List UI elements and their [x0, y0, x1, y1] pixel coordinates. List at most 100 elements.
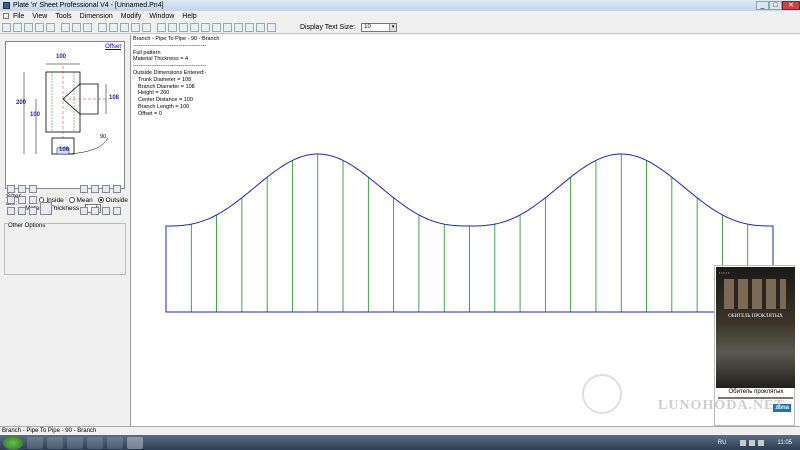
shape-preview: Offset 100 200 100 108 108 90: [5, 41, 125, 189]
print-icon[interactable]: [35, 22, 44, 32]
chevron-down-icon[interactable]: ▾: [389, 23, 397, 31]
taskbar: RU 11:05: [0, 435, 800, 450]
tag-icon[interactable]: [102, 185, 110, 193]
view-3-icon[interactable]: [102, 207, 110, 215]
taskbar-opera-icon[interactable]: [87, 436, 103, 449]
mirror-icon[interactable]: [223, 22, 232, 32]
dim-height-label: 200: [16, 100, 27, 106]
pipe-tool-5-icon[interactable]: [18, 196, 26, 204]
poster-title: ОБИТЕЛЬ ПРОКЛЯТЫХ: [728, 314, 783, 319]
text-icon[interactable]: [234, 22, 243, 32]
dimension-icon[interactable]: [190, 22, 199, 32]
other-options-label: Other Options: [8, 223, 46, 229]
settings-icon[interactable]: [267, 22, 276, 32]
start-button[interactable]: [3, 435, 23, 450]
new-file-icon[interactable]: [2, 22, 11, 32]
dim-center-label: 100: [30, 112, 41, 118]
poster-cast-names: ▪ ▪ ▪ ▪ ▪: [719, 271, 730, 275]
display-text-size-label: Display Text Size:: [300, 23, 356, 31]
tray-volume-icon[interactable]: [758, 439, 765, 446]
pipe-tool-4-icon[interactable]: [7, 196, 15, 204]
other-options-group: Other Options: [4, 223, 126, 275]
pipe-tool-1-icon[interactable]: [7, 185, 15, 193]
zoom-in-icon[interactable]: [109, 22, 118, 32]
menu-modify[interactable]: Modify: [117, 13, 146, 20]
taskbar-yandex-icon[interactable]: [107, 436, 123, 449]
pipe-tool-7-icon[interactable]: [7, 207, 15, 215]
info-icon[interactable]: [113, 185, 121, 193]
mean-label: Mean: [76, 196, 93, 204]
pattern-drawing: [165, 153, 774, 313]
measure-icon[interactable]: [201, 22, 210, 32]
menu-file[interactable]: File: [9, 13, 28, 20]
status-bar: Branch - Pipe To Pipe - 90 - Branch: [0, 426, 800, 435]
zoom-extents-icon[interactable]: [157, 22, 166, 32]
poster-figures: [724, 279, 786, 309]
taskbar-folder-icon[interactable]: [67, 436, 83, 449]
menu-window[interactable]: Window: [145, 13, 178, 20]
outside-label: Outside: [105, 196, 128, 204]
redo-icon[interactable]: [72, 22, 81, 32]
preview-drawing: [23, 63, 109, 155]
rotate-icon[interactable]: [212, 22, 221, 32]
pipe-tool-9-icon[interactable]: [29, 207, 37, 215]
watermark: LUNOHODA.NET: [582, 372, 792, 416]
taskbar-media-icon[interactable]: [47, 436, 63, 449]
menu-tools[interactable]: Tools: [51, 13, 75, 20]
toolbar: Display Text Size: 10 ▾: [0, 21, 800, 34]
pipe-tool-8-icon[interactable]: [18, 207, 26, 215]
move-icon[interactable]: [245, 22, 254, 32]
cube-icon[interactable]: [91, 185, 99, 193]
pipe-tool-3-icon[interactable]: [29, 185, 37, 193]
close-button[interactable]: ✕: [782, 1, 800, 10]
pan-icon[interactable]: [142, 22, 151, 32]
menu-dimension[interactable]: Dimension: [76, 13, 117, 20]
minimize-button[interactable]: _: [756, 1, 769, 10]
dim-angle-label: 90: [100, 134, 107, 140]
dxf-export-icon[interactable]: [179, 22, 188, 32]
dim-trunk-label: 108: [59, 147, 70, 153]
outside-radio[interactable]: [97, 197, 104, 203]
open-folder-icon[interactable]: [13, 22, 22, 32]
undo-icon[interactable]: [61, 22, 70, 32]
properties-icon[interactable]: [256, 22, 265, 32]
system-tray: RU 11:05: [718, 439, 800, 446]
taskbar-platesheet-icon[interactable]: [127, 436, 143, 449]
taskbar-explorer-icon[interactable]: [27, 436, 43, 449]
zoom-out-icon[interactable]: [120, 22, 129, 32]
watermark-text: LUNOHODA.NET: [658, 398, 785, 413]
menu-bar: File View Tools Dimension Modify Window …: [0, 11, 800, 21]
tray-network-icon[interactable]: [749, 439, 756, 446]
clock[interactable]: 11:05: [777, 440, 792, 446]
view-2-icon[interactable]: [91, 207, 99, 215]
tray-flag-icon[interactable]: [740, 439, 747, 446]
print-preview-icon[interactable]: [46, 22, 55, 32]
display-text-size-value: 10: [364, 24, 371, 30]
layer-icon[interactable]: [168, 22, 177, 32]
menu-view[interactable]: View: [28, 13, 51, 20]
drawing-canvas[interactable]: Branch - Pipe To Pipe - 90 - Branch -----…: [130, 35, 800, 426]
save-icon[interactable]: [24, 22, 33, 32]
view-1-icon[interactable]: [80, 207, 88, 215]
app-icon: [3, 2, 10, 9]
maximize-button[interactable]: □: [769, 1, 782, 10]
menu-help[interactable]: Help: [178, 13, 200, 20]
display-text-size-select[interactable]: 10 ▾: [361, 22, 398, 32]
help-pointer-icon[interactable]: [83, 22, 92, 32]
mean-radio[interactable]: [68, 197, 75, 203]
view-4-icon[interactable]: [113, 207, 121, 215]
window-title: Plate 'n' Sheet Professional V4 - [Unnam…: [13, 2, 164, 9]
left-panel: Offset 100 200 100 108 108 90 Sizes: [0, 35, 130, 426]
zoom-window-icon[interactable]: [131, 22, 140, 32]
shape-select-icon[interactable]: [40, 202, 52, 215]
pipe-tool-6-icon[interactable]: [29, 196, 37, 204]
title-bar: Plate 'n' Sheet Professional V4 - [Unnam…: [0, 0, 800, 11]
pipe-tool-2-icon[interactable]: [18, 185, 26, 193]
movie-poster[interactable]: ▪ ▪ ▪ ▪ ▪ ОБИТЕЛЬ ПРОКЛЯТЫХ: [716, 267, 795, 388]
dim-top-label: 100: [56, 54, 67, 60]
select-area-icon[interactable]: [98, 22, 107, 32]
watermark-logo-icon: [582, 374, 622, 414]
dim-branch-label: 108: [109, 95, 120, 101]
pencil-icon[interactable]: [80, 185, 88, 193]
language-indicator[interactable]: RU: [718, 440, 727, 446]
